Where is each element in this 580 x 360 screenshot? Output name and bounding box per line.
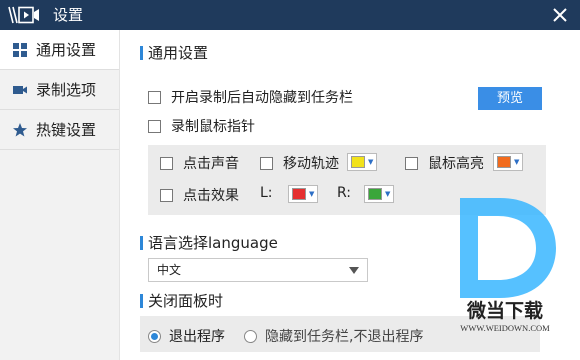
close-icon[interactable] [550,5,570,25]
preview-button[interactable]: 预览 [478,87,542,110]
exit-program-label: 退出程序 [169,329,225,345]
title-bar: 设置 [0,0,580,30]
move-track-label: 移动轨迹 [283,156,339,172]
language-select[interactable]: 中文 [148,258,368,282]
exit-program-radio[interactable] [148,329,161,343]
mouse-highlight-label: 鼠标高亮 [428,156,484,172]
window-title: 设置 [53,6,84,24]
record-cursor-label: 录制鼠标指针 [171,119,255,135]
section-title-language: 语言选择language [140,234,278,252]
sidebar: 通用设置 录制选项 热键设置 [0,30,120,360]
sidebar-item-record-options[interactable]: 录制选项 [0,70,119,110]
color-swatch [368,188,382,200]
click-sound-option[interactable]: 点击声音 [160,153,239,173]
sidebar-item-label: 热键设置 [36,121,97,139]
left-click-color-picker[interactable]: ▼ [288,185,318,203]
mouse-highlight-color-picker[interactable]: ▼ [493,153,523,171]
exit-program-option[interactable]: 退出程序 [148,326,225,346]
chevron-down-icon: ▼ [385,190,391,198]
left-click-label: L: [260,185,273,201]
sidebar-item-general[interactable]: 通用设置 [0,30,119,70]
click-effect-checkbox[interactable] [160,188,173,202]
sidebar-item-label: 通用设置 [36,41,97,59]
right-click-label: R: [337,185,352,201]
star-icon [12,122,28,138]
chevron-down-icon: ▼ [514,158,520,166]
hide-to-taskbar-radio[interactable] [244,329,257,343]
hide-to-taskbar-option[interactable]: 隐藏到任务栏,不退出程序 [244,326,423,346]
autohide-option[interactable]: 开启录制后自动隐藏到任务栏 [148,87,353,107]
right-click-color-picker[interactable]: ▼ [364,185,394,203]
click-effect-label: 点击效果 [183,188,239,204]
watermark-brand: 微当下载 [466,299,543,322]
weidown-watermark-logo: 微当下载 WWW.WEIDOWN.COM [460,198,556,333]
move-track-color-picker[interactable]: ▼ [347,153,377,171]
language-select-value: 中文 [157,263,182,277]
chevron-down-icon [349,267,359,274]
video-camera-icon [12,82,28,98]
section-title-general: 通用设置 [140,44,208,62]
sidebar-item-label: 录制选项 [36,81,97,99]
watermark-url: WWW.WEIDOWN.COM [460,323,550,333]
grid-icon [12,42,28,58]
section-title-close-panel: 关闭面板时 [140,292,223,310]
chevron-down-icon: ▼ [309,190,315,198]
hide-to-taskbar-label: 隐藏到任务栏,不退出程序 [265,329,424,345]
color-swatch [351,156,365,168]
mouse-highlight-option[interactable]: 鼠标高亮 [405,153,484,173]
mouse-highlight-checkbox[interactable] [405,156,418,170]
click-sound-checkbox[interactable] [160,156,173,170]
sidebar-item-hotkeys[interactable]: 热键设置 [0,110,119,150]
color-swatch [292,188,306,200]
move-track-option[interactable]: 移动轨迹 [260,153,339,173]
record-cursor-checkbox[interactable] [148,119,161,133]
autohide-label: 开启录制后自动隐藏到任务栏 [171,90,353,106]
click-effect-option[interactable]: 点击效果 [160,185,239,205]
autohide-checkbox[interactable] [148,90,161,104]
video-camera-icon [8,6,39,24]
color-swatch [497,156,511,168]
click-sound-label: 点击声音 [183,156,239,172]
chevron-down-icon: ▼ [368,158,374,166]
record-cursor-option[interactable]: 录制鼠标指针 [148,116,255,136]
move-track-checkbox[interactable] [260,156,273,170]
